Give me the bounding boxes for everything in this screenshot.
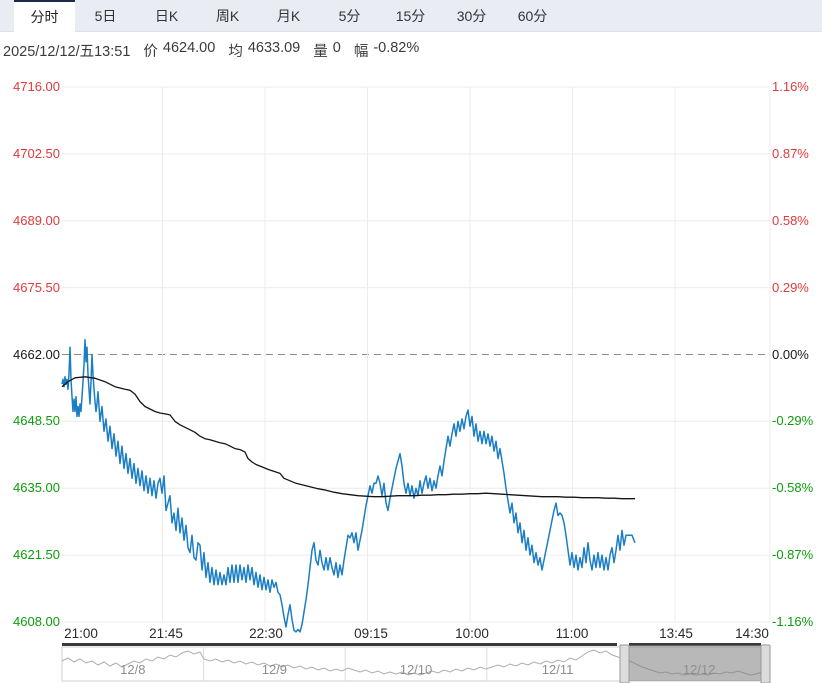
- x-axis-label: 09:15: [354, 626, 388, 641]
- app-root: 分时 5日 日K 周K 月K 5分 15分 30分 60分 2025/12/12/五13:51 …: [0, 0, 822, 683]
- y-axis-right-label: 0.29%: [772, 279, 809, 295]
- y-axis-left-label: 4621.50: [13, 547, 60, 563]
- x-axis-label: 21:45: [149, 626, 183, 641]
- nav-date-label: 12/10: [399, 662, 433, 677]
- y-axis-right-label: 0.58%: [772, 212, 809, 228]
- y-axis-right-label: -0.87%: [772, 547, 814, 563]
- nav-date-label: 12/12: [682, 662, 716, 677]
- y-axis-right-label: 1.16%: [772, 79, 809, 94]
- y-axis-right-label: 0.87%: [772, 145, 809, 161]
- plot-area[interactable]: [62, 66, 770, 641]
- y-axis-left-label: 4662.00: [13, 346, 60, 362]
- x-axis-label: 13:45: [659, 626, 693, 641]
- y-axis-left-label: 4702.50: [13, 145, 60, 161]
- y-axis-left-label: 4648.50: [13, 413, 60, 429]
- y-axis-left-label: 4608.00: [13, 614, 60, 629]
- y-axis-left-label: 4635.00: [13, 480, 60, 496]
- y-axis-left-label: 4689.00: [13, 212, 60, 228]
- y-axis-right-label: -1.16%: [772, 614, 814, 629]
- nav-date-label: 12/9: [261, 662, 288, 677]
- x-axis-label: 10:00: [455, 626, 489, 641]
- nav-handle-left[interactable]: [619, 644, 630, 683]
- x-axis-label: 11:00: [555, 626, 589, 641]
- y-axis-right-label: -0.58%: [772, 480, 814, 496]
- y-axis-right-label: 0.00%: [772, 346, 809, 362]
- nav-handle-right[interactable]: [760, 644, 771, 683]
- y-axis-left-label: 4675.50: [13, 279, 60, 295]
- y-axis-left-label: 4716.00: [13, 79, 60, 94]
- x-axis-label: 14:30: [735, 626, 769, 641]
- y-axis-right-label: -0.29%: [772, 413, 814, 429]
- x-axis-label: 22:30: [249, 626, 283, 641]
- nav-date-label: 12/11: [541, 662, 574, 677]
- nav-date-label: 12/8: [120, 662, 146, 677]
- x-axis-label: 21:00: [64, 626, 98, 641]
- intraday-chart: [61, 66, 771, 683]
